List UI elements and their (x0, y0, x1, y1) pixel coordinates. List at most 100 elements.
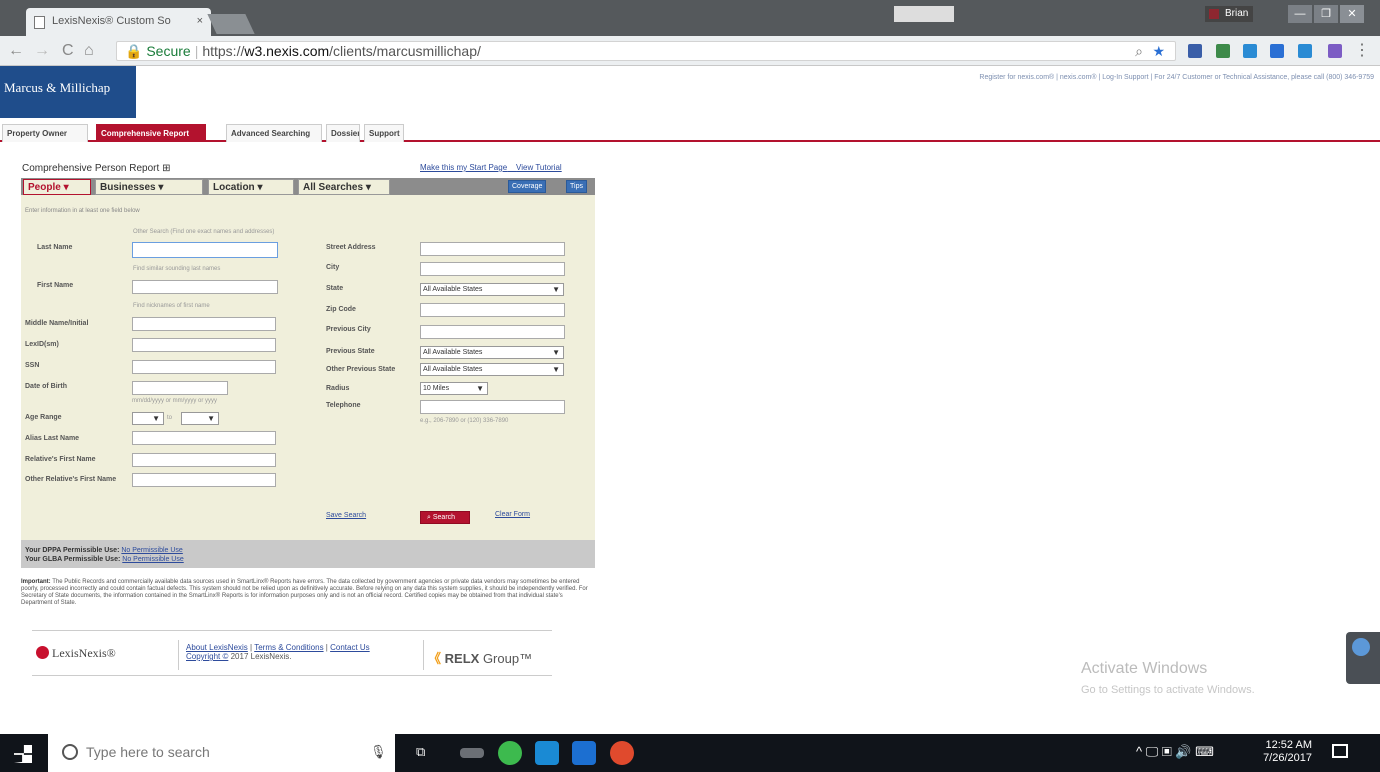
activate-windows-subtitle: Go to Settings to activate Windows. (1081, 684, 1255, 696)
dob-input[interactable] (132, 381, 228, 395)
chevron-down-icon: ▼ (552, 348, 560, 357)
footer-links: About LexisNexis | Terms & Conditions | … (186, 643, 370, 661)
new-tab-button[interactable] (207, 14, 255, 34)
age-from-select[interactable]: ▼ (132, 412, 164, 425)
relative-first-name-input[interactable] (132, 453, 276, 467)
extension-icon[interactable] (1270, 44, 1284, 58)
taskbar-search-box[interactable]: Type here to search 🎙 (48, 734, 395, 772)
activate-windows-title: Activate Windows (1081, 660, 1208, 677)
nav-tab-comprehensive-report[interactable]: Comprehensive Report (96, 124, 206, 142)
nav-tab-property-owner[interactable]: Property Owner (2, 124, 88, 142)
system-tray-icons[interactable]: ^ 🖵 ▣ 🔊 ⌨ (1136, 744, 1214, 760)
forward-icon[interactable]: → (34, 42, 50, 60)
nav-tab-advanced-searching[interactable]: Advanced Searching (226, 124, 322, 142)
top-links[interactable]: Register for nexis.com® | nexis.com® | L… (979, 74, 1374, 81)
extension-icon[interactable] (1188, 44, 1202, 58)
copyright-link[interactable]: Copyright © (186, 652, 228, 661)
first-name-label: First Name (37, 282, 74, 289)
zip-code-input[interactable] (420, 303, 565, 317)
nav-tab-support[interactable]: Support (364, 124, 404, 142)
zip-code-label: Zip Code (326, 306, 356, 313)
task-view-icon[interactable]: ⧉ (416, 744, 425, 760)
similar-names-checkbox[interactable]: Find similar sounding last names (133, 266, 220, 272)
profile-name: Brian (1225, 8, 1249, 19)
start-page-link[interactable]: Make this my Start Page (420, 163, 507, 172)
tab-businesses[interactable]: Businesses ▾ (95, 179, 203, 195)
last-name-input[interactable] (132, 242, 278, 258)
clock-time: 12:52 AM (1265, 739, 1312, 751)
url-scheme: https:// (202, 43, 245, 59)
save-search-link[interactable]: Save Search (326, 512, 366, 519)
tab-location[interactable]: Location ▾ (208, 179, 294, 195)
contact-link[interactable]: Contact Us (330, 643, 370, 652)
address-bar[interactable]: 🔒 Secure | https://w3.nexis.com/clients/ma… (116, 41, 1176, 61)
city-label: City (326, 264, 340, 271)
previous-city-input[interactable] (420, 325, 565, 339)
tab-close-icon[interactable]: × (197, 15, 203, 27)
lexisnexis-logo[interactable]: LexisNexis® (36, 646, 116, 661)
chrome-icon[interactable] (610, 741, 634, 765)
maximize-button[interactable]: ❐ (1314, 5, 1338, 23)
radius-select[interactable]: 10 Miles ▼ (420, 382, 488, 395)
lexid-input[interactable] (132, 338, 276, 352)
notification-icon[interactable] (1332, 744, 1348, 758)
report-title-text: Comprehensive Person Report (22, 163, 160, 174)
street-address-input[interactable] (420, 242, 565, 256)
middle-name-input[interactable] (132, 317, 276, 331)
city-input[interactable] (420, 262, 565, 276)
bookmark-star-icon[interactable]: ★ (1152, 42, 1165, 60)
back-icon[interactable]: ← (8, 42, 24, 60)
reload-icon[interactable]: C (62, 42, 74, 60)
tutorial-link[interactable]: View Tutorial (516, 163, 562, 172)
taskbar-app-icon[interactable] (460, 748, 484, 758)
page-title: Comprehensive Person Report ⊞ (22, 163, 170, 174)
extension-icon[interactable] (1216, 44, 1230, 58)
about-link[interactable]: About LexisNexis (186, 643, 248, 652)
tips-button[interactable]: Tips (566, 180, 587, 193)
other-search-checkbox[interactable]: Other Search (Find one exact names and a… (133, 229, 274, 235)
age-to-select[interactable]: ▼ (181, 412, 219, 425)
home-icon[interactable]: ⌂ (84, 42, 94, 60)
alias-last-name-input[interactable] (132, 431, 276, 445)
windows-start-icon[interactable] (14, 745, 32, 763)
browser-tab[interactable]: LexisNexis® Custom So × (26, 8, 211, 36)
previous-state-select[interactable]: All Available States ▼ (420, 346, 564, 359)
other-relative-first-name-input[interactable] (132, 473, 276, 487)
nav-tab-dossier[interactable]: Dossier (326, 124, 360, 142)
profile-button[interactable]: Brian (1205, 6, 1253, 22)
tab-all-searches[interactable]: All Searches ▾ (298, 179, 390, 195)
nicknames-checkbox[interactable]: Find nicknames of first name (133, 303, 210, 309)
search-button[interactable]: ⌕ Search (420, 511, 470, 524)
terms-link[interactable]: Terms & Conditions (254, 643, 323, 652)
extension-icon[interactable] (1328, 44, 1342, 58)
bookmark-page-icon[interactable]: ⊞ (162, 163, 170, 174)
teamviewer-icon[interactable] (572, 741, 596, 765)
side-widget[interactable] (1346, 632, 1380, 684)
clock[interactable]: 12:52 AM 7/26/2017 (1244, 739, 1312, 765)
tab-people[interactable]: People ▾ (23, 179, 91, 195)
state-select[interactable]: All Available States ▼ (420, 283, 564, 296)
other-previous-state-select[interactable]: All Available States ▼ (420, 363, 564, 376)
ssn-input[interactable] (132, 360, 276, 374)
secure-label: Secure (146, 43, 191, 59)
copyright-text: 2017 LexisNexis. (230, 652, 292, 661)
upwork-icon[interactable] (498, 741, 522, 765)
extension-icon[interactable] (1298, 44, 1312, 58)
menu-dots-icon[interactable]: ⋮ (1354, 42, 1370, 60)
ssn-label: SSN (25, 362, 40, 369)
skype-icon[interactable] (535, 741, 559, 765)
minimize-button[interactable]: — (1288, 5, 1312, 23)
zoom-icon[interactable]: ⌕ (1135, 42, 1143, 60)
marcus-millichap-logo[interactable]: Marcus & Millichap (0, 66, 136, 118)
microphone-icon[interactable]: 🎙 (370, 744, 387, 760)
widget-icon (1352, 638, 1370, 656)
close-window-button[interactable]: ✕ (1340, 5, 1364, 23)
lock-icon: 🔒 (125, 43, 143, 59)
first-name-input[interactable] (132, 280, 278, 294)
glba-link[interactable]: No Permissible Use (122, 556, 183, 563)
dppa-link[interactable]: No Permissible Use (121, 547, 182, 554)
telephone-input[interactable] (420, 400, 565, 414)
coverage-button[interactable]: Coverage (508, 180, 547, 193)
extension-icon[interactable] (1243, 44, 1257, 58)
clear-form-link[interactable]: Clear Form (495, 511, 530, 518)
